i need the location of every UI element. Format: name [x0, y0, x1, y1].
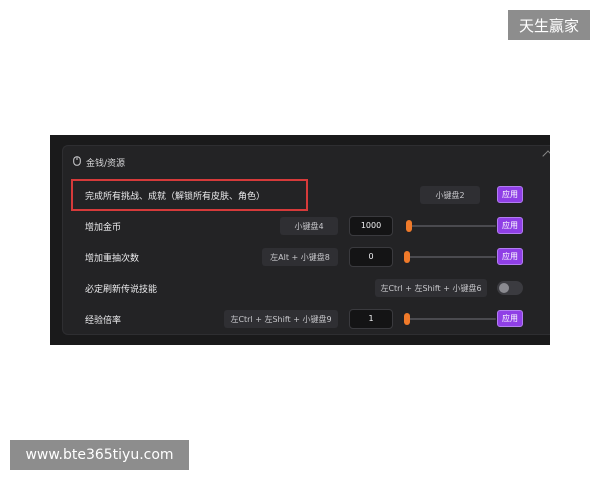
panel-header[interactable]: 金钱/资源 — [73, 154, 125, 170]
row-exp-multiplier: 经验倍率 左Ctrl + 左Shift + 小键盘9 1 应用 — [63, 306, 550, 332]
apply-button[interactable]: 应用 — [497, 248, 523, 265]
value-slider[interactable] — [405, 220, 496, 232]
value-input[interactable]: 1 — [349, 309, 393, 329]
value-input[interactable]: 0 — [349, 247, 393, 267]
row-label: 完成所有挑战、成就（解锁所有皮肤、角色） — [85, 192, 266, 202]
hotkey-badge[interactable]: 左Ctrl + 左Shift + 小键盘6 — [375, 279, 487, 297]
row-label: 增加重抽次数 — [85, 254, 140, 264]
chevron-up-icon[interactable] — [542, 150, 550, 162]
apply-button[interactable]: 应用 — [497, 310, 523, 327]
slider-thumb[interactable] — [404, 251, 410, 263]
value-slider[interactable] — [404, 313, 496, 325]
hotkey-badge[interactable]: 小键盘4 — [280, 217, 338, 235]
row-label: 必定刷新传说技能 — [85, 285, 158, 295]
apply-button[interactable]: 应用 — [497, 217, 523, 234]
watermark-bottom: www.bte365tiyu.com — [10, 440, 189, 470]
row-legend-skill: 必定刷新传说技能 左Ctrl + 左Shift + 小键盘6 — [63, 275, 550, 301]
screenshot-area: 金钱/资源 完成所有挑战、成就（解锁所有皮肤、角色） 小键盘2 应用 增加金币 … — [50, 135, 550, 345]
row-complete-all: 完成所有挑战、成就（解锁所有皮肤、角色） 小键盘2 应用 — [63, 182, 550, 208]
hotkey-badge[interactable]: 小键盘2 — [420, 186, 480, 204]
hotkey-badge[interactable]: 左Ctrl + 左Shift + 小键盘9 — [224, 310, 338, 328]
row-add-reroll: 增加重抽次数 左Alt + 小键盘8 0 应用 — [63, 244, 550, 270]
row-label: 增加金币 — [85, 223, 122, 233]
toggle-switch[interactable] — [497, 281, 523, 295]
mouse-icon — [73, 155, 81, 169]
resources-panel: 金钱/资源 完成所有挑战、成就（解锁所有皮肤、角色） 小键盘2 应用 增加金币 … — [62, 145, 550, 335]
apply-button[interactable]: 应用 — [497, 186, 523, 203]
slider-thumb[interactable] — [405, 220, 412, 232]
value-slider[interactable] — [404, 251, 496, 263]
hotkey-badge[interactable]: 左Alt + 小键盘8 — [262, 248, 338, 266]
toggle-knob — [499, 283, 509, 293]
slider-thumb[interactable] — [404, 313, 410, 325]
panel-title: 金钱/资源 — [86, 158, 126, 169]
watermark-top: 天生赢家 — [508, 10, 590, 40]
row-label: 经验倍率 — [85, 316, 122, 326]
value-input[interactable]: 1000 — [349, 216, 393, 236]
row-add-gold: 增加金币 小键盘4 1000 应用 — [63, 213, 550, 239]
